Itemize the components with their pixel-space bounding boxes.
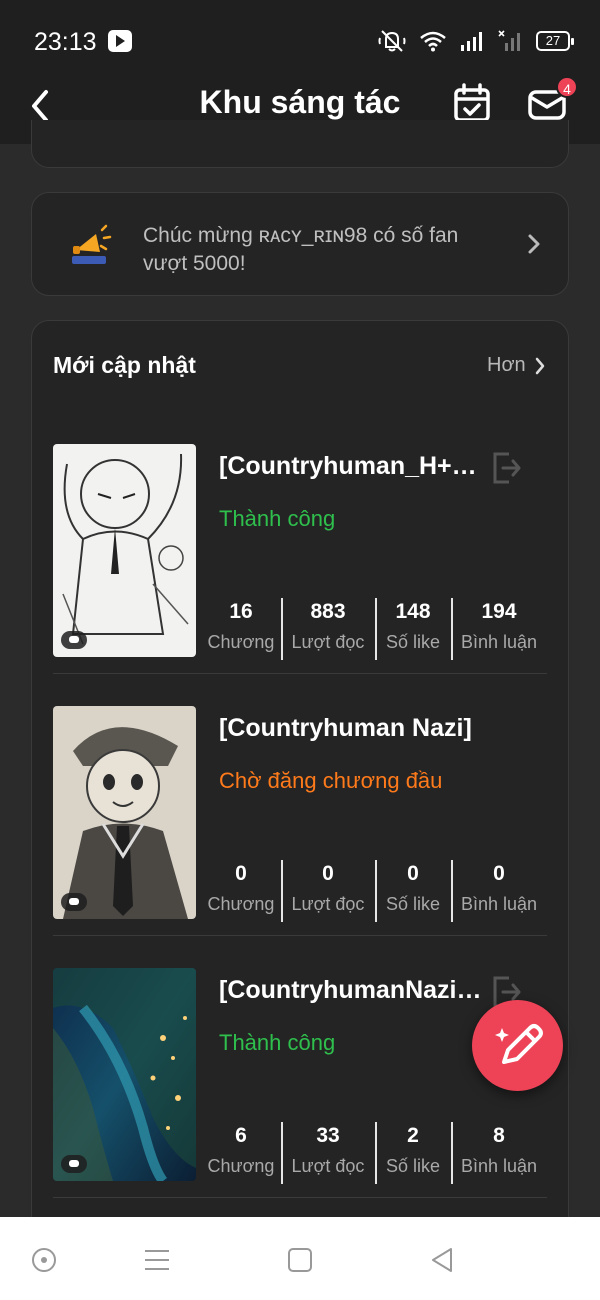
work-status: Chờ đăng chương đầu <box>219 768 443 793</box>
stat-value: 0 <box>493 862 505 885</box>
divider <box>53 673 547 674</box>
more-label: Hơn <box>487 354 526 376</box>
stat-value: 148 <box>395 600 431 623</box>
home-circle-icon[interactable] <box>29 1245 59 1275</box>
stat-value: 883 <box>310 600 346 623</box>
work-stats: 16 Chương 883 Lượt đọc 148 Số like 194 B… <box>201 596 547 660</box>
stat-label: Bình luận <box>460 632 538 652</box>
chevron-right-icon <box>528 234 540 254</box>
page-title: Khu sáng tác <box>199 84 401 120</box>
status-bar: 23:13 27 <box>0 0 600 78</box>
wifi-icon <box>420 31 446 52</box>
stat-label: Lượt đọc <box>291 894 365 914</box>
stat-likes: 0 Số like <box>375 858 451 922</box>
stat-value: 0 <box>407 862 419 885</box>
exit-icon[interactable] <box>489 450 523 486</box>
stat-value: 194 <box>481 600 517 623</box>
comment-badge-icon <box>61 631 87 649</box>
stat-reads: 0 Lượt đọc <box>281 858 375 922</box>
stat-chapters: 0 Chương <box>201 858 281 922</box>
battery-icon: 27 <box>536 31 574 51</box>
work-status: Thành công <box>219 1030 336 1055</box>
stat-label: Chương <box>207 632 275 652</box>
stat-comments: 0 Bình luận <box>451 858 547 922</box>
stat-label: Số like <box>385 894 441 914</box>
work-item[interactable]: [Countryhuman Nazi] Chờ đăng chương đầu … <box>53 706 547 936</box>
updates-title: Mới cập nhật <box>53 352 196 378</box>
comment-badge-icon <box>61 893 87 911</box>
stat-value: 2 <box>407 1124 419 1147</box>
work-title: [CountryhumanNazix... <box>219 976 485 1004</box>
stat-reads: 33 Lượt đọc <box>281 1120 375 1184</box>
mail-badge: 4 <box>556 76 578 98</box>
megaphone-icon <box>72 224 112 264</box>
work-title: [Countryhuman Nazi] <box>219 714 472 742</box>
stat-value: 6 <box>235 1124 247 1147</box>
divider <box>53 1197 547 1198</box>
stat-label: Số like <box>385 1156 441 1176</box>
work-stats: 0 Chương 0 Lượt đọc 0 Số like 0 Bình luậ… <box>201 858 547 922</box>
work-cover <box>53 444 196 657</box>
back-triangle-icon[interactable] <box>427 1245 457 1275</box>
more-link[interactable]: Hơn <box>487 354 546 377</box>
divider <box>53 935 547 936</box>
stat-value: 33 <box>316 1124 340 1147</box>
work-item[interactable]: [Countryhuman_H+_... Thành công 16 Chươn… <box>53 444 547 674</box>
stat-reads: 883 Lượt đọc <box>281 596 375 660</box>
work-title: [Countryhuman_H+_... <box>219 452 485 480</box>
work-cover <box>53 706 196 919</box>
stat-label: Lượt đọc <box>291 1156 365 1176</box>
stat-value: 0 <box>235 862 247 885</box>
announcement-text: Chúc mừng ʀᴀᴄʏ_ʀɪɴ98 có số fan vượt 5000… <box>143 224 459 275</box>
previous-card <box>31 120 569 168</box>
stat-comments: 194 Bình luận <box>451 596 547 660</box>
work-status: Thành công <box>219 506 336 531</box>
stat-label: Bình luận <box>460 894 538 914</box>
stat-label: Chương <box>207 1156 275 1176</box>
chevron-right-icon <box>535 357 544 374</box>
write-fab-button[interactable] <box>472 1000 563 1091</box>
stat-likes: 148 Số like <box>375 596 451 660</box>
status-icons: 27 <box>378 28 574 54</box>
mute-icon <box>378 30 406 52</box>
stat-value: 0 <box>322 862 334 885</box>
stat-label: Lượt đọc <box>291 632 365 652</box>
square-icon[interactable] <box>285 1245 315 1275</box>
stat-value: 16 <box>229 600 253 623</box>
work-cover <box>53 968 196 1181</box>
app-notification-icon <box>108 30 132 52</box>
stat-chapters: 16 Chương <box>201 596 281 660</box>
stat-label: Chương <box>207 894 275 914</box>
stat-comments: 8 Bình luận <box>451 1120 547 1184</box>
stat-label: Số like <box>385 632 441 652</box>
system-nav-bar <box>0 1217 600 1300</box>
signal-x-icon <box>498 30 520 51</box>
calendar-button[interactable] <box>452 82 492 124</box>
stat-label: Bình luận <box>460 1156 538 1176</box>
pencil-sparkle-icon <box>495 1024 543 1064</box>
comment-badge-icon <box>61 1155 87 1173</box>
stat-value: 8 <box>493 1124 505 1147</box>
work-stats: 6 Chương 33 Lượt đọc 2 Số like 8 Bình lu… <box>201 1120 547 1184</box>
signal-icon <box>461 32 482 51</box>
status-time: 23:13 <box>34 28 97 56</box>
stat-chapters: 6 Chương <box>201 1120 281 1184</box>
calendar-check-icon <box>454 83 490 122</box>
stat-likes: 2 Số like <box>375 1120 451 1184</box>
menu-icon[interactable] <box>142 1245 172 1275</box>
